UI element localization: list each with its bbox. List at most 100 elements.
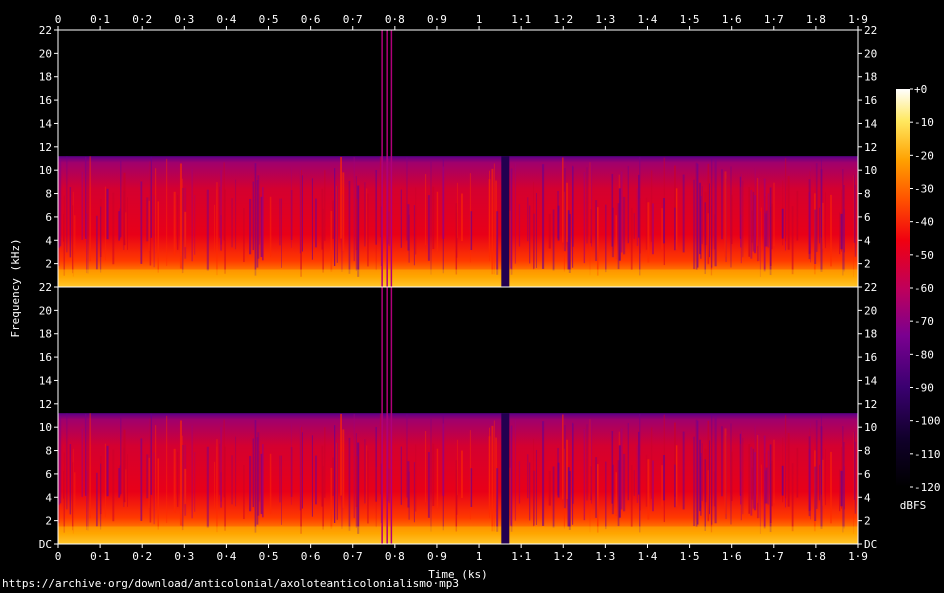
channel-2-streak bbox=[104, 443, 106, 518]
channel-1-streak bbox=[179, 163, 183, 269]
colorbar-tick-label: -100 bbox=[914, 415, 941, 428]
y-tick-label-right: 22 bbox=[864, 24, 877, 37]
channel-1-streak bbox=[148, 200, 150, 252]
channel-1-streak bbox=[787, 175, 790, 250]
x-tick-label-bottom: 0·9 bbox=[427, 550, 447, 563]
colorbar-tick-label: -80 bbox=[914, 348, 934, 361]
channel-2-streak bbox=[623, 453, 626, 512]
channel-2-streak bbox=[353, 413, 355, 519]
channel-1-streak bbox=[562, 157, 564, 243]
channel-1-streak bbox=[153, 195, 155, 268]
colorbar-label: dBFS bbox=[900, 499, 927, 512]
channel-2-streak bbox=[432, 443, 435, 506]
y-tick-label-left: 14 bbox=[39, 117, 53, 130]
channel-2-streak bbox=[408, 471, 410, 520]
x-tick-label-bottom: 0·7 bbox=[343, 550, 363, 563]
channel-2-streak bbox=[63, 471, 64, 499]
channel-2-streak bbox=[682, 431, 685, 510]
channel-2-streak bbox=[119, 465, 121, 496]
channel-1-streak bbox=[785, 158, 787, 242]
colorbar-tick-label: -50 bbox=[914, 249, 934, 262]
channel-2-streak bbox=[491, 425, 494, 532]
channel-2-streak bbox=[814, 466, 817, 522]
y-tick-label-left: 20 bbox=[39, 304, 52, 317]
channel-2-streak bbox=[191, 425, 193, 519]
channel-2-streak bbox=[769, 444, 772, 533]
x-tick-label-bottom: 1·3 bbox=[595, 550, 615, 563]
channel-1-streak bbox=[721, 169, 723, 240]
channel-1-streak bbox=[707, 213, 710, 265]
channel-1-streak bbox=[830, 194, 832, 267]
channel-1-streak bbox=[367, 193, 369, 267]
channel-2-streak bbox=[650, 427, 653, 499]
channel-2-streak bbox=[518, 461, 521, 504]
channel-2-streak bbox=[470, 468, 473, 507]
channel-2-streak bbox=[591, 421, 593, 504]
channel-2-streak bbox=[299, 425, 301, 511]
channel-1-streak bbox=[106, 188, 109, 240]
x-tick-label-top: 0·4 bbox=[216, 13, 236, 26]
channel-1-streak bbox=[194, 194, 196, 255]
channel-1-streak bbox=[63, 214, 64, 242]
channel-2-streak bbox=[536, 449, 537, 526]
channel-1-streak bbox=[95, 215, 98, 270]
channel-1-streak bbox=[853, 174, 855, 243]
channel-1-streak bbox=[177, 194, 179, 250]
y-tick-label-right: 16 bbox=[864, 351, 877, 364]
x-tick-label-top: 1·1 bbox=[511, 13, 531, 26]
channel-1-streak bbox=[730, 194, 733, 244]
y-tick-label-right: 16 bbox=[864, 94, 877, 107]
channel-1-streak bbox=[591, 164, 593, 247]
source-url[interactable]: https://archive·org/download/anticolonia… bbox=[2, 577, 459, 590]
y-tick-label-right: 6 bbox=[864, 468, 871, 481]
y-tick-label-left: 6 bbox=[45, 468, 52, 481]
channel-2-streak bbox=[760, 464, 762, 506]
channel-2-streak bbox=[89, 413, 91, 519]
channel-1-streak bbox=[820, 169, 823, 272]
channel-1-streak bbox=[127, 197, 128, 250]
channel-2-spike-line bbox=[390, 287, 393, 544]
channel-2-streak bbox=[701, 443, 703, 502]
channel-2-streak bbox=[324, 427, 326, 498]
channel-2-streak bbox=[709, 440, 710, 515]
channel-1-streak bbox=[231, 198, 233, 248]
channel-1-streak bbox=[332, 200, 335, 239]
channel-2-streak bbox=[249, 455, 252, 512]
channel-2-streak bbox=[177, 451, 179, 507]
channel-1-streak bbox=[219, 186, 221, 239]
y-tick-label-left: 18 bbox=[39, 328, 52, 341]
channel-1-streak bbox=[330, 210, 333, 272]
x-tick-label-bottom: 0·6 bbox=[301, 550, 321, 563]
channel-1-streak bbox=[140, 181, 143, 264]
channel-1-streak bbox=[682, 174, 685, 253]
channel-1-streak bbox=[206, 189, 209, 271]
y-tick-label-left: 14 bbox=[39, 374, 53, 387]
channel-2-streak bbox=[254, 420, 257, 533]
channel-2-streak bbox=[748, 444, 751, 514]
x-tick-label-top: 1·8 bbox=[806, 13, 826, 26]
channel-2-streak bbox=[533, 438, 534, 527]
y-tick-label-right: 12 bbox=[864, 398, 877, 411]
channel-1-streak bbox=[542, 164, 545, 269]
channel-1-streak bbox=[854, 184, 857, 257]
channel-1-streak bbox=[104, 186, 106, 261]
channel-2-streak bbox=[125, 469, 127, 508]
channel-1-streak bbox=[425, 174, 427, 246]
channel-1-streak bbox=[366, 188, 368, 249]
x-tick-label-top: 1·5 bbox=[680, 13, 700, 26]
channel-1-streak bbox=[489, 170, 490, 262]
channel-2-streak bbox=[630, 464, 633, 527]
y-tick-label-left: 2 bbox=[45, 515, 52, 528]
y-tick-label-left: 2 bbox=[45, 258, 52, 271]
x-tick-label-top: 1·4 bbox=[638, 13, 658, 26]
channel-1-streak bbox=[674, 207, 676, 251]
channel-2-streak bbox=[825, 449, 826, 506]
colorbar: +0 -10 -20 -30 -40 -50 -60 -70 -80 -90 -100 -110 -12… bbox=[896, 83, 941, 494]
channel-1-streak bbox=[843, 184, 845, 272]
channel-1-streak bbox=[825, 192, 826, 249]
channel-1-streak bbox=[518, 204, 521, 247]
channel-2-streak bbox=[636, 445, 639, 503]
y-tick-label-right: 12 bbox=[864, 141, 877, 154]
x-tick-label-bottom: 0·4 bbox=[216, 550, 236, 563]
channel-2-streak bbox=[700, 453, 702, 516]
